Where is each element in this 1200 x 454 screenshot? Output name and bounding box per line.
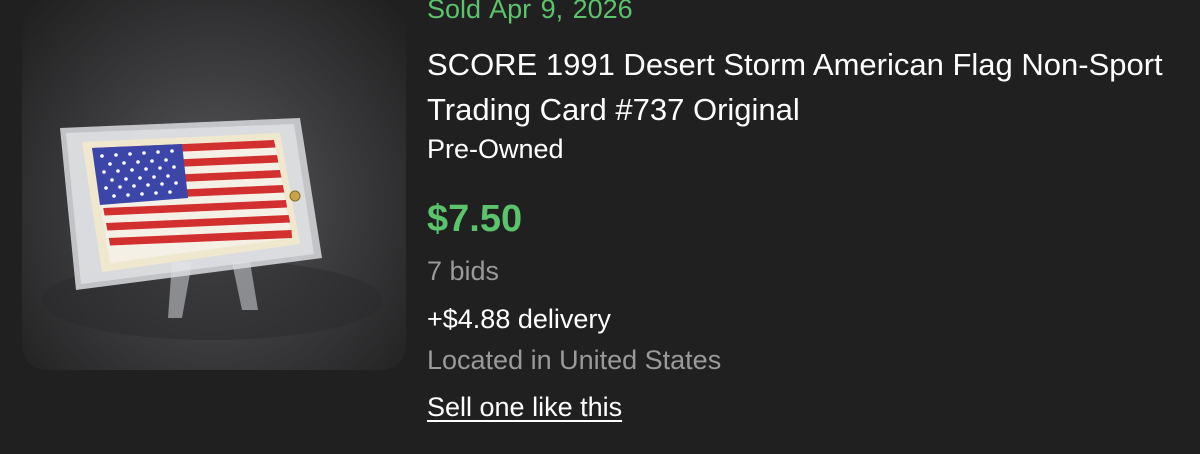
sell-one-like-this-link[interactable]: Sell one like this <box>427 392 622 423</box>
flag-card-image <box>42 118 382 340</box>
listing-thumbnail[interactable] <box>22 0 406 370</box>
item-location: Located in United States <box>427 345 722 375</box>
sold-date: Apr 9, 2026 <box>489 0 633 24</box>
listing-title[interactable]: SCORE 1991 Desert Storm American Flag No… <box>427 42 1187 132</box>
sold-prefix: Sold <box>427 0 482 24</box>
sold-date-label: Sold Apr 9, 2026 <box>427 0 633 25</box>
sold-price: $7.50 <box>427 198 523 240</box>
sold-listing-item[interactable]: Sold Apr 9, 2026 SCORE 1991 Desert Storm… <box>0 0 1200 454</box>
item-condition: Pre-Owned <box>427 134 564 164</box>
delivery-cost: +$4.88 delivery <box>427 304 611 334</box>
bid-count: 7 bids <box>427 256 500 286</box>
